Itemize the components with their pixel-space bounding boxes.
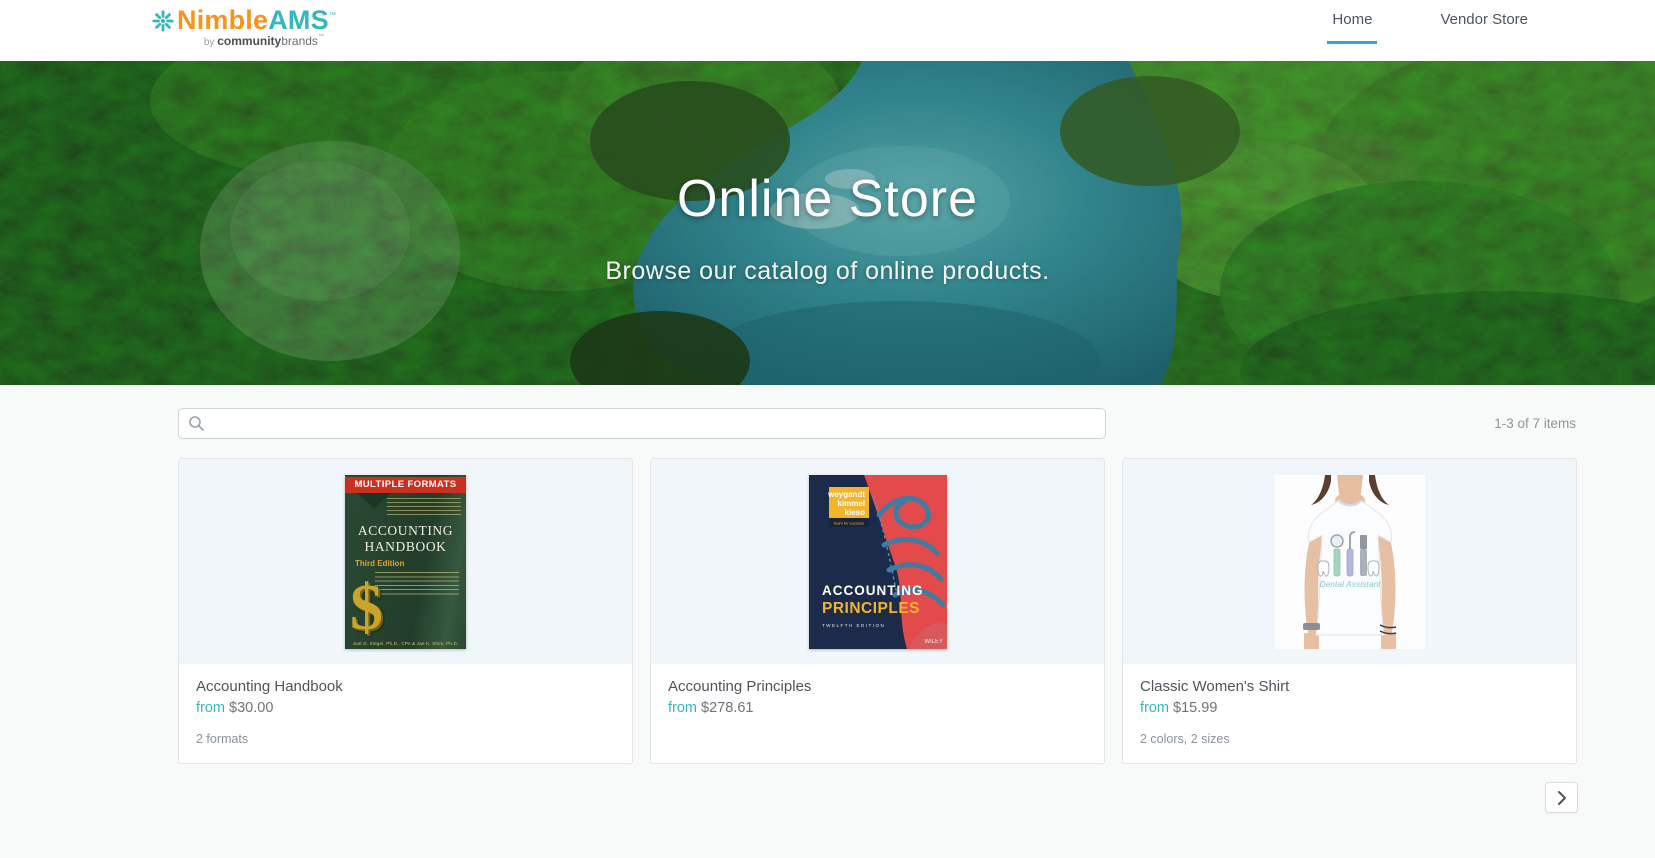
cover-title-line2: PRINCIPLES — [822, 600, 920, 617]
product-meta — [668, 732, 1087, 746]
cover-publisher: WILEY — [924, 639, 943, 645]
nav-tab-home[interactable]: Home — [1327, 11, 1377, 44]
product-image-area: weygandt kimmel kieso team for success A… — [651, 459, 1104, 664]
product-price: from $278.61 — [668, 700, 1087, 716]
cover-title-line1: ACCOUNTING — [345, 523, 466, 539]
product-image-area: MULTIPLE FORMATS ACCOUNTING HANDBOOK Thi… — [179, 459, 632, 664]
cover-v-shape — [357, 493, 391, 508]
brand-logo[interactable]: Nimble AMS ™ by communitybrands™ — [152, 5, 336, 48]
page-title: Online Store — [0, 169, 1655, 229]
chevron-right-icon — [1552, 788, 1572, 808]
product-card-accounting-handbook[interactable]: MULTIPLE FORMATS ACCOUNTING HANDBOOK Thi… — [178, 458, 633, 764]
product-title: Classic Women's Shirt — [1140, 678, 1559, 695]
main-nav: Home Vendor Store — [1327, 11, 1533, 44]
cover-author1: weygandt — [827, 490, 865, 499]
shirt-graphic-text: Dental Assistant — [1319, 579, 1381, 589]
cover-title-line1: ACCOUNTING — [822, 583, 924, 598]
product-meta: 2 colors, 2 sizes — [1140, 732, 1559, 746]
product-info: Accounting Handbook from $30.00 2 format… — [179, 664, 632, 760]
search-input[interactable] — [178, 408, 1106, 439]
cover-author3: kieso — [844, 508, 865, 517]
product-card-classic-womens-shirt[interactable]: Dental Assistant Classic Women's Shirt f… — [1122, 458, 1577, 764]
price-value: $278.61 — [701, 700, 753, 716]
nav-tab-vendor-store[interactable]: Vendor Store — [1435, 11, 1533, 44]
product-grid: MULTIPLE FORMATS ACCOUNTING HANDBOOK Thi… — [178, 458, 1577, 764]
product-price: from $30.00 — [196, 700, 615, 716]
brand-byline: by communitybrands™ — [152, 34, 336, 48]
product-card-accounting-principles[interactable]: weygandt kimmel kieso team for success A… — [650, 458, 1105, 764]
nav-tab-vendor-store-label: Vendor Store — [1440, 11, 1528, 28]
dollar-sign-graphic: $ — [350, 575, 383, 641]
cover-fine-print — [387, 498, 461, 517]
cover-authors: Joel G. Siegel, Ph.D., CPA & Jae K. Shim… — [345, 641, 466, 646]
cover-banner: MULTIPLE FORMATS — [345, 477, 466, 493]
header: Nimble AMS ™ by communitybrands™ Home Ve… — [0, 0, 1655, 61]
accounting-principles-cover: weygandt kimmel kieso team for success A… — [809, 475, 947, 649]
cover-title-line2: HANDBOOK — [345, 539, 466, 555]
cover-edition: Third Edition — [355, 559, 404, 568]
brand-name-ams: AMS — [268, 5, 329, 36]
starburst-icon — [152, 10, 174, 32]
byline-trademark: ™ — [318, 34, 324, 40]
product-title: Accounting Principles — [668, 678, 1087, 695]
page-subtitle: Browse our catalog of online products. — [0, 257, 1655, 286]
product-meta: 2 formats — [196, 732, 615, 746]
accounting-handbook-cover: MULTIPLE FORMATS ACCOUNTING HANDBOOK Thi… — [345, 475, 466, 649]
next-page-button[interactable] — [1545, 782, 1578, 813]
nav-tab-home-label: Home — [1332, 11, 1372, 28]
cover-paragraph-lines — [375, 572, 459, 598]
product-info: Accounting Principles from $278.61 — [651, 664, 1104, 760]
cover-tagline: team for success — [833, 520, 863, 525]
price-value: $15.99 — [1173, 700, 1217, 716]
price-prefix: from — [668, 700, 697, 716]
womens-shirt-photo: Dental Assistant — [1275, 475, 1425, 649]
items-count: 1-3 of 7 items — [1494, 416, 1576, 431]
byline-community: community — [217, 34, 281, 48]
byline-brands: brands — [281, 34, 318, 48]
hero-banner: Online Store Browse our catalog of onlin… — [0, 61, 1655, 385]
product-title: Accounting Handbook — [196, 678, 615, 695]
price-prefix: from — [1140, 700, 1169, 716]
byline-by: by — [204, 37, 217, 48]
cover-edition: TWELFTH EDITION — [822, 623, 885, 628]
trademark-symbol: ™ — [329, 12, 336, 19]
search-bar — [178, 408, 1106, 439]
price-value: $30.00 — [229, 700, 273, 716]
product-image-area: Dental Assistant — [1123, 459, 1576, 664]
brand-name-nimble: Nimble — [177, 5, 268, 36]
cover-author2: kimmel — [837, 499, 865, 508]
magnifier-icon — [188, 415, 205, 432]
product-price: from $15.99 — [1140, 700, 1559, 716]
price-prefix: from — [196, 700, 225, 716]
product-info: Classic Women's Shirt from $15.99 2 colo… — [1123, 664, 1576, 760]
